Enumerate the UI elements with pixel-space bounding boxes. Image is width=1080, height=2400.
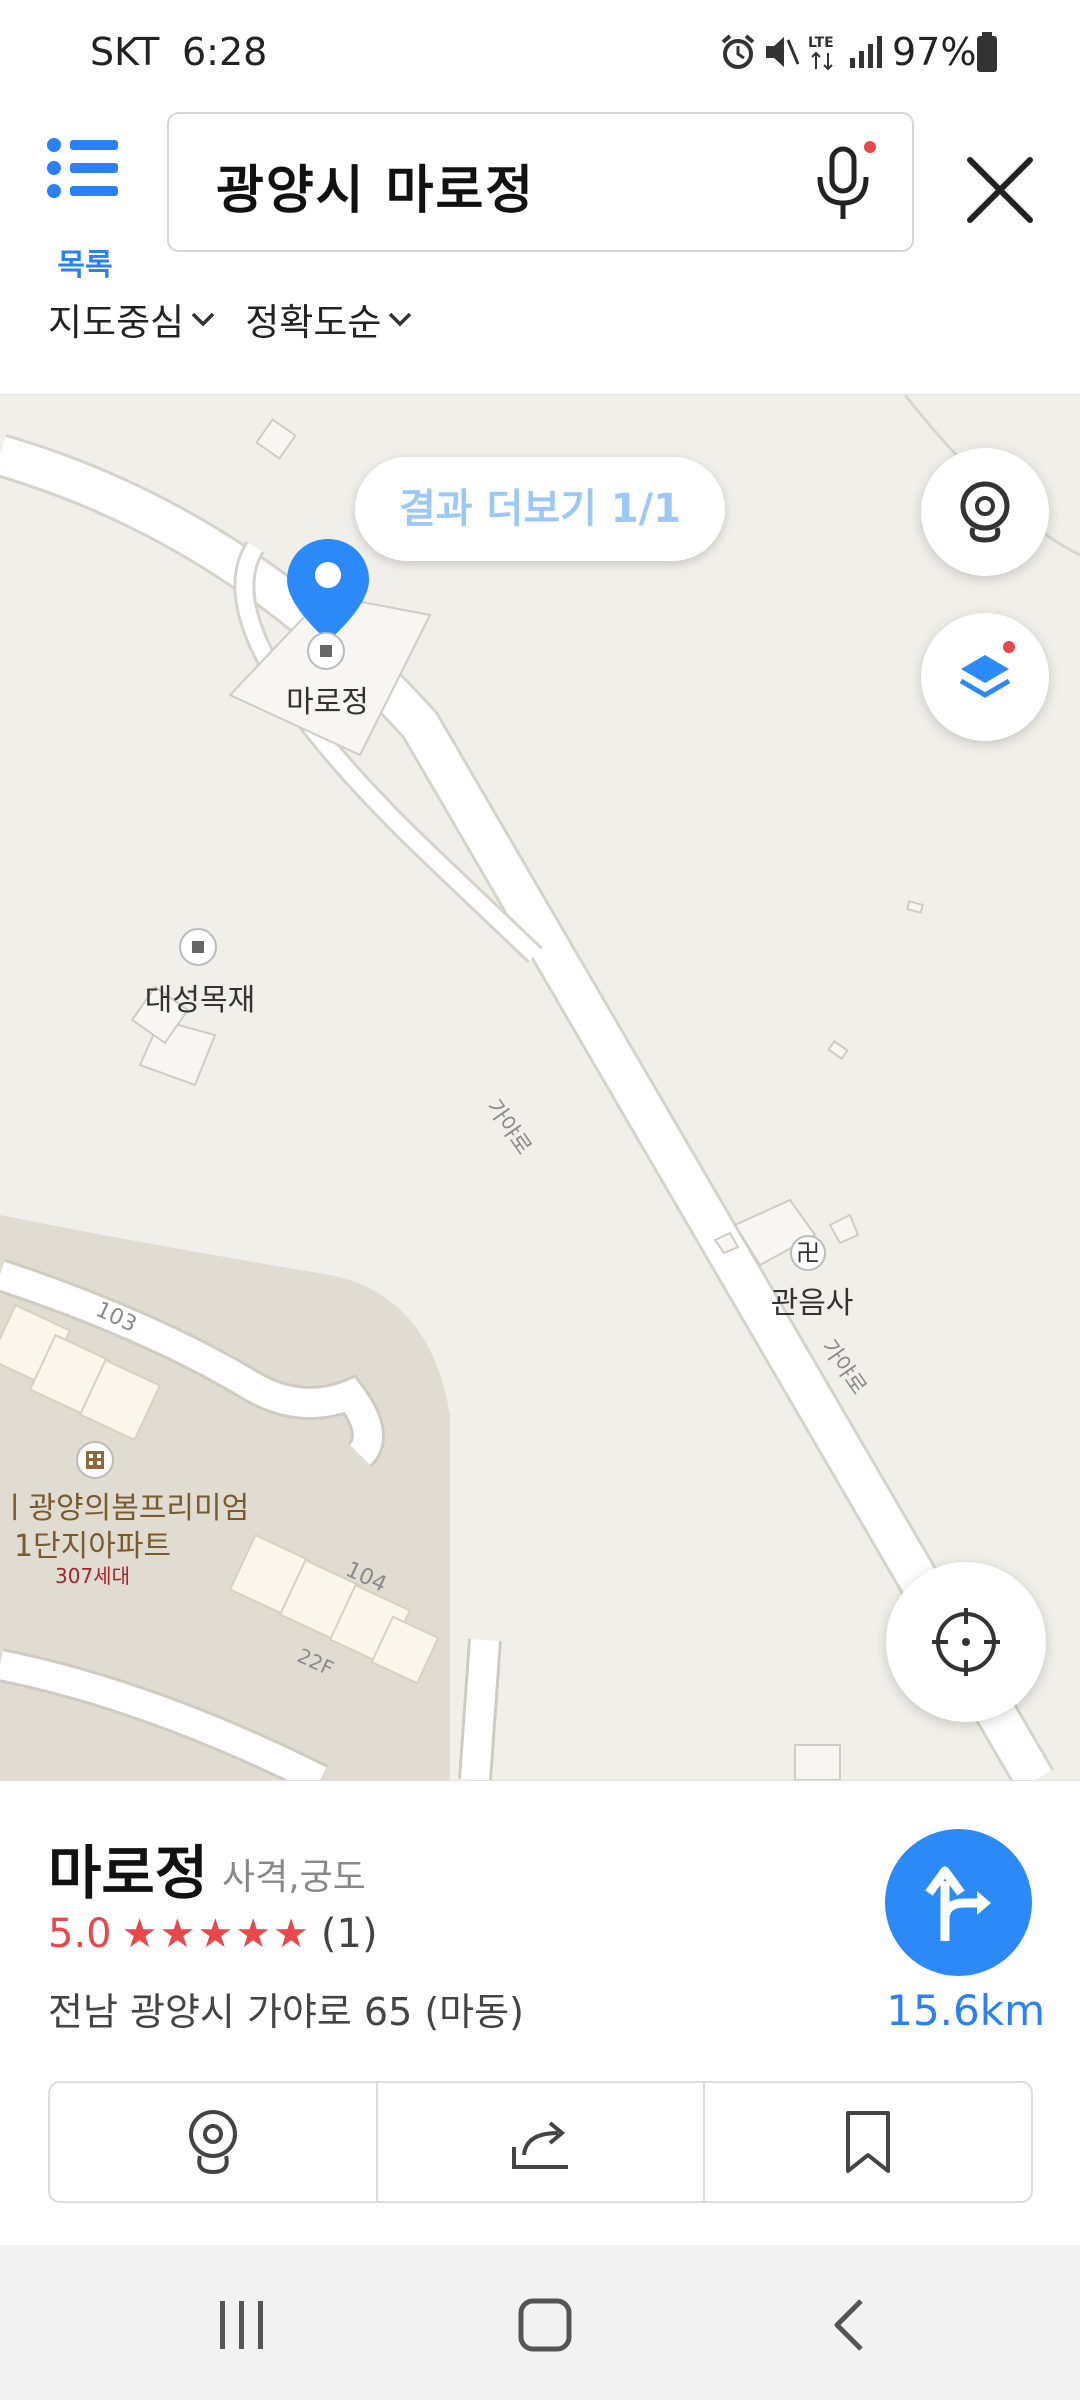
- filter-map-center[interactable]: 지도중심: [48, 292, 216, 346]
- distance-label: 15.6km: [886, 1986, 1045, 2035]
- bookmark-icon: [846, 2111, 891, 2173]
- system-nav-bar: [0, 2245, 1080, 2400]
- place-address: 전남 광양시 가야로 65 (마동): [48, 1990, 524, 2034]
- search-header: 목록 광양시 마로정 지도중심 정확도순: [0, 100, 1080, 395]
- rating-row[interactable]: 5.0 ★★★★★ (1): [48, 1911, 378, 1957]
- mute-icon: [766, 37, 800, 67]
- battery-icon: [977, 32, 997, 72]
- carrier-label: SKT: [90, 30, 160, 74]
- temple-icon: 卍: [790, 1235, 826, 1271]
- list-label: 목록: [57, 248, 113, 283]
- place-category: 사격,궁도: [222, 1857, 366, 1898]
- review-count: (1): [320, 1911, 378, 1957]
- map-layers-button[interactable]: [921, 613, 1049, 741]
- filter-accuracy[interactable]: 정확도순: [245, 292, 413, 346]
- bookmark-action[interactable]: [705, 2083, 1031, 2201]
- street-view-button[interactable]: [921, 448, 1049, 576]
- place-info-panel[interactable]: 마로정 사격,궁도 5.0 ★★★★★ (1) 전남 광양시 가야로 65 (마동)…: [0, 1780, 1080, 2245]
- status-bar: SKT 6:28 LTE 97%: [0, 0, 1080, 100]
- place-label-selected[interactable]: 마로정: [270, 677, 385, 721]
- filter-bar: 지도중심 정확도순: [48, 292, 437, 352]
- poi-marker-icon: [179, 928, 217, 966]
- place-name: 마로정: [48, 1839, 209, 1907]
- place-label-temple[interactable]: 관음사: [752, 1278, 872, 1322]
- crosshair-icon: [932, 1608, 1000, 1676]
- apartment-icon: [76, 1441, 114, 1479]
- chevron-down-icon: [191, 312, 215, 327]
- current-location-button[interactable]: [886, 1562, 1046, 1722]
- search-input[interactable]: 광양시 마로정: [167, 112, 914, 252]
- filter-accuracy-label: 정확도순: [245, 301, 382, 344]
- layers-icon: [959, 641, 1015, 698]
- recent-apps-icon[interactable]: [212, 2297, 272, 2353]
- place-marker-icon: [307, 632, 345, 670]
- microphone-icon[interactable]: [804, 139, 884, 229]
- lte-icon: LTE: [808, 32, 838, 72]
- directions-icon: [925, 1866, 991, 1941]
- alarm-icon: [721, 34, 755, 69]
- list-icon: [47, 138, 118, 198]
- directions-button[interactable]: [885, 1829, 1032, 1976]
- rating-score: 5.0: [48, 1911, 112, 1957]
- apartment-label-line2[interactable]: 1단지아파트: [0, 1521, 185, 1565]
- search-query: 광양시 마로정: [216, 161, 536, 221]
- signal-icon: [850, 36, 882, 68]
- street-view-icon: [188, 2110, 237, 2175]
- street-view-action[interactable]: [50, 2083, 378, 2201]
- chevron-down-icon: [389, 312, 412, 327]
- list-button[interactable]: 목록: [40, 135, 130, 283]
- more-results-button[interactable]: 결과 더보기 1/1: [355, 457, 725, 561]
- share-action[interactable]: [378, 2083, 706, 2201]
- lte-label: LTE: [808, 35, 834, 51]
- map-view[interactable]: 가야로 가야로 103 104 22F 결과 더보기 1/1 마로정 대성목재 …: [0, 395, 1080, 1780]
- action-bar: [48, 2081, 1033, 2203]
- share-icon: [511, 2121, 568, 2169]
- location-pin-icon[interactable]: [283, 535, 373, 645]
- place-label-lumber[interactable]: 대성목재: [130, 975, 270, 1019]
- filter-map-center-label: 지도중심: [48, 301, 185, 344]
- apartment-units-label: 307세대: [55, 1564, 130, 1588]
- rating-stars: ★★★★★: [121, 1911, 311, 1957]
- status-time: 6:28: [182, 30, 268, 74]
- close-icon[interactable]: [955, 145, 1045, 235]
- home-icon[interactable]: [515, 2295, 575, 2355]
- street-view-icon: [960, 481, 1010, 543]
- battery-percent: 97%: [892, 30, 977, 74]
- back-icon[interactable]: [825, 2295, 875, 2355]
